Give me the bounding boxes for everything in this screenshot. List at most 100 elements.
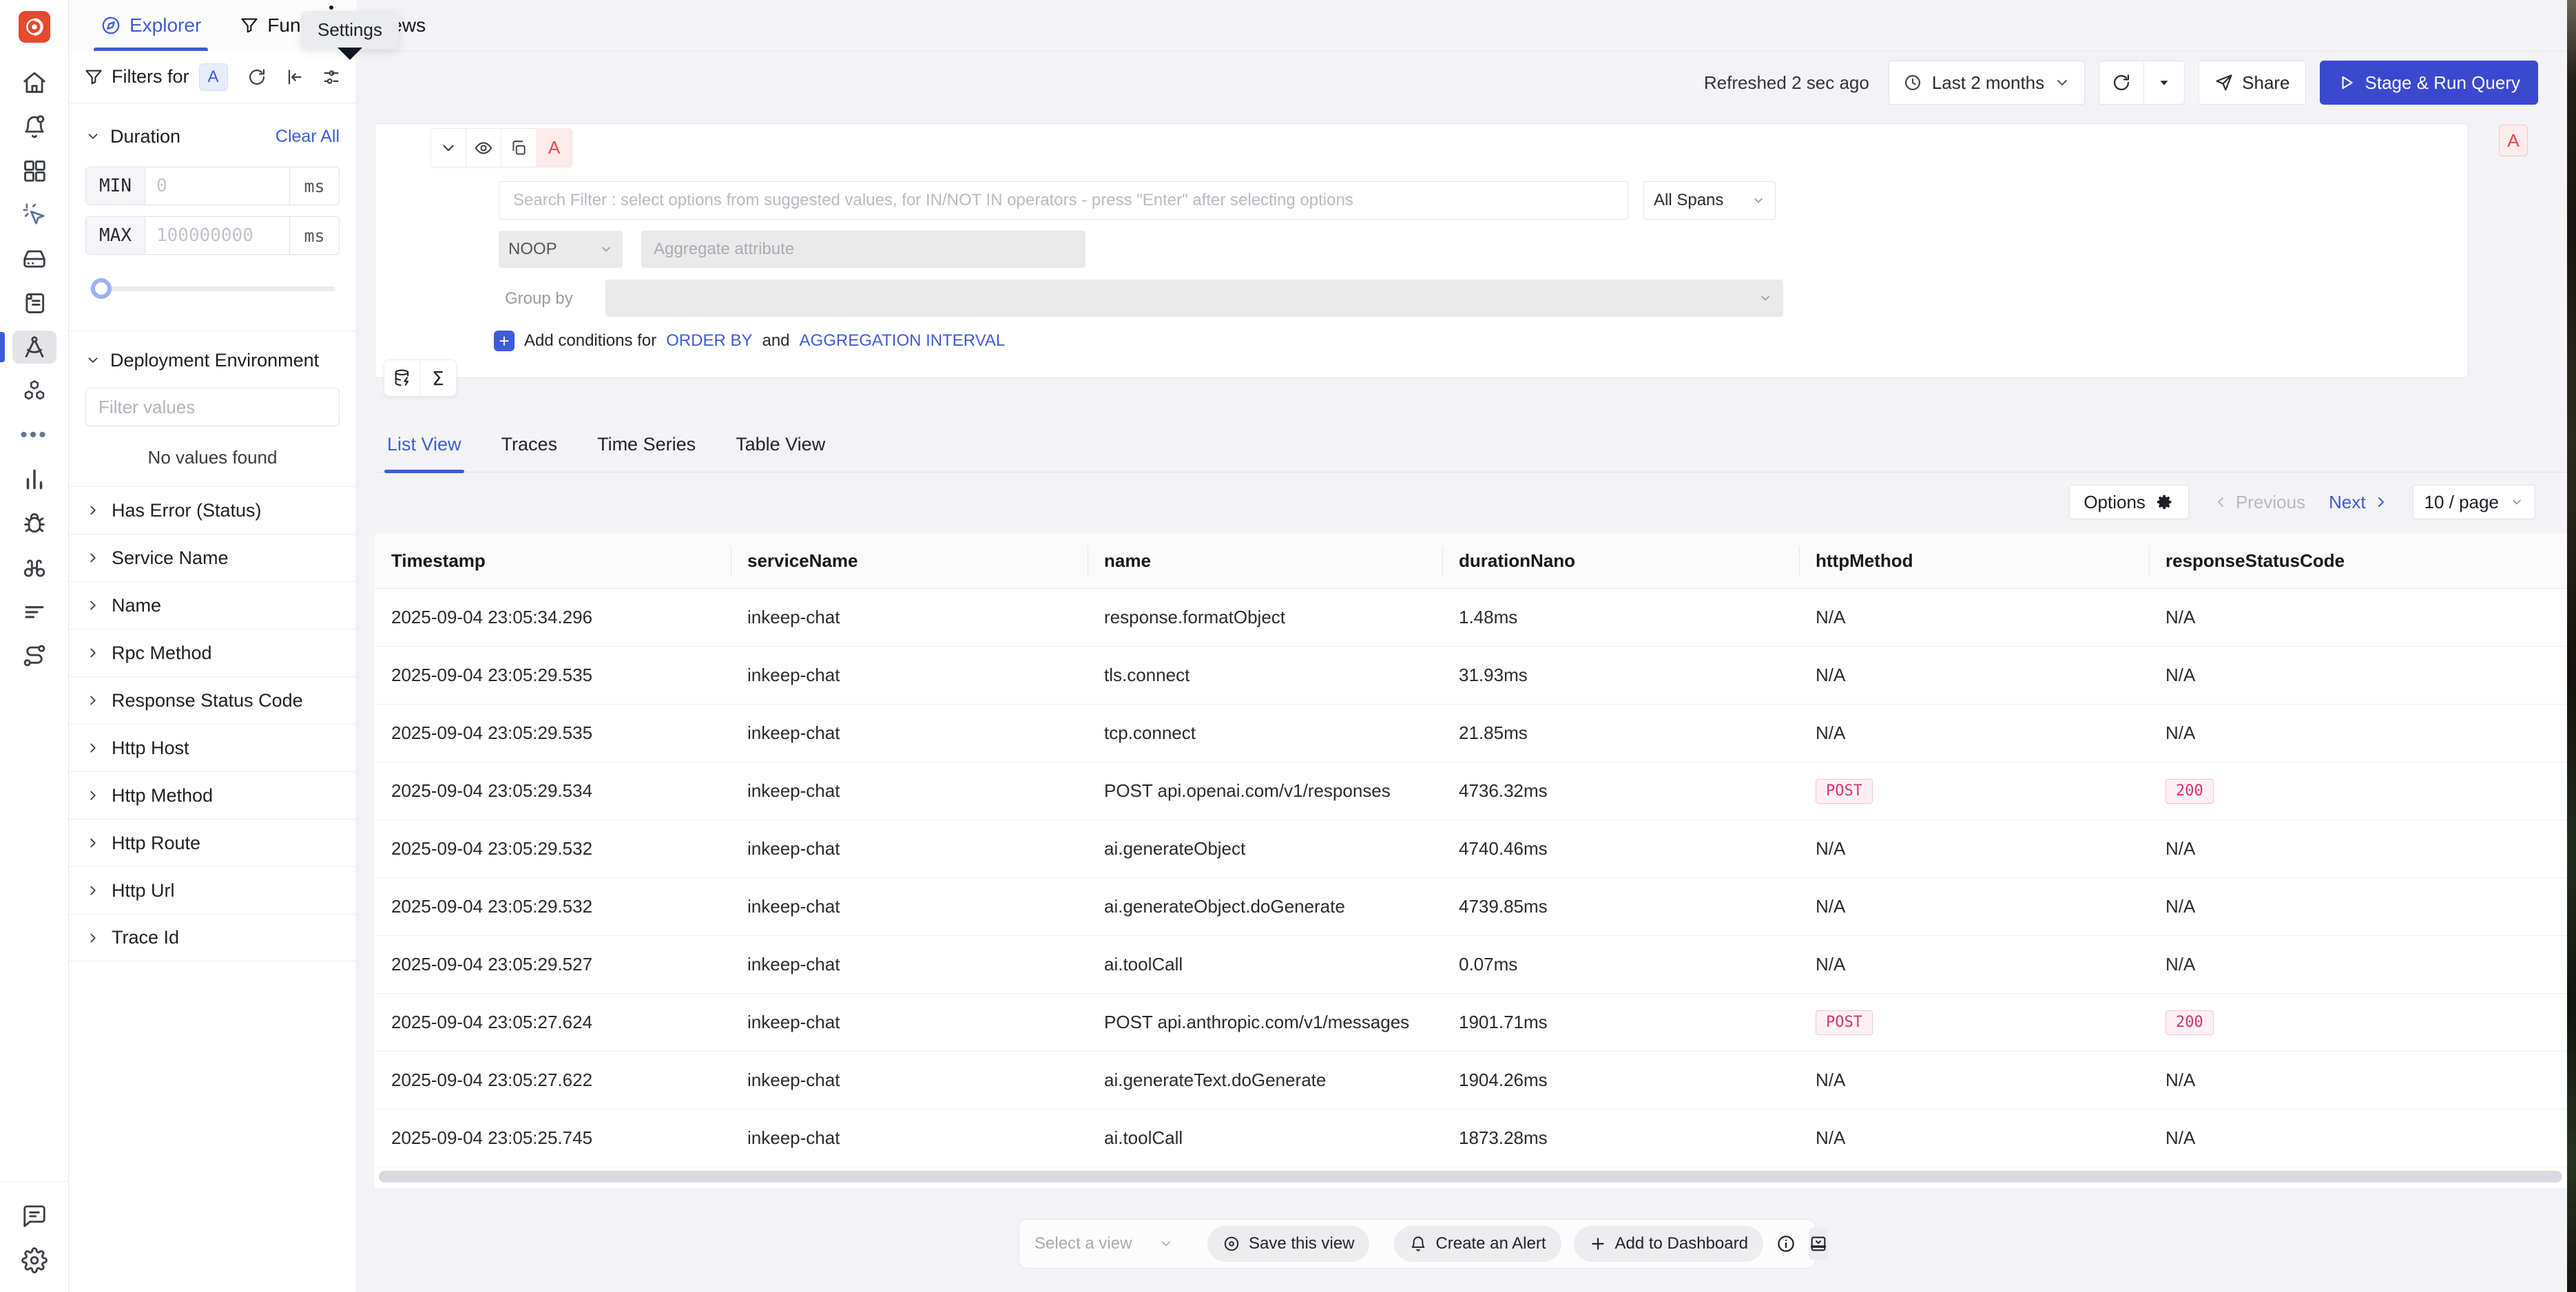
column-header[interactable]: responseStatusCode xyxy=(2149,534,2567,588)
collapse-panel-icon[interactable] xyxy=(1809,1227,1828,1260)
clear-all-link[interactable]: Clear All xyxy=(276,127,340,147)
tab-explorer[interactable]: Explorer xyxy=(101,0,201,51)
result-view-tab[interactable]: Traces xyxy=(501,434,558,472)
cell-duration: 1873.28ms xyxy=(1442,1109,1799,1167)
table-row[interactable]: 2025-09-04 23:05:29.532 inkeep-chat ai.g… xyxy=(375,820,2567,878)
column-header[interactable]: serviceName xyxy=(731,534,1088,588)
result-view-tab[interactable]: List View xyxy=(387,434,461,472)
divider xyxy=(69,51,2567,52)
aggregate-operator-select[interactable]: NOOP xyxy=(499,231,623,268)
sync-refresh-icon[interactable] xyxy=(247,67,267,87)
create-alert-button[interactable]: Create an Alert xyxy=(1394,1226,1561,1262)
cell-service-name: inkeep-chat xyxy=(731,1052,1088,1109)
logs-scroll-icon[interactable] xyxy=(12,286,56,320)
metrics-bar-chart-icon[interactable] xyxy=(12,463,56,496)
duplicate-query-copy-icon[interactable] xyxy=(501,129,537,167)
infrastructure-drive-icon[interactable] xyxy=(12,242,56,275)
home-icon[interactable] xyxy=(12,66,56,99)
duration-max-row: MAX ms xyxy=(85,216,340,255)
chevron-down-icon[interactable] xyxy=(85,129,101,144)
collapse-query-chevron-icon[interactable] xyxy=(431,129,466,167)
query-channel-chip-right[interactable]: A xyxy=(2499,125,2528,156)
onboarding-cursor-icon[interactable] xyxy=(12,198,56,231)
filters-channel-chip[interactable]: A xyxy=(199,63,228,91)
billing-list-icon[interactable] xyxy=(12,595,56,628)
refresh-caret-icon[interactable] xyxy=(2143,61,2184,104)
filter-section-row[interactable]: Http Host xyxy=(69,724,356,771)
exceptions-bug-icon[interactable] xyxy=(12,507,56,540)
toggle-visibility-eye-icon[interactable] xyxy=(466,129,501,167)
traces-compass-icon[interactable] xyxy=(12,331,56,364)
share-button[interactable]: Share xyxy=(2199,61,2305,105)
dashboards-grid-icon[interactable] xyxy=(12,154,56,187)
table-row[interactable]: 2025-09-04 23:05:29.527 inkeep-chat ai.t… xyxy=(375,936,2567,994)
table-row[interactable]: 2025-09-04 23:05:25.745 inkeep-chat ai.t… xyxy=(375,1109,2567,1167)
span-scope-select[interactable]: All Spans xyxy=(1643,181,1776,220)
chevron-down-icon[interactable] xyxy=(85,353,101,368)
service-map-binoculars-icon[interactable] xyxy=(12,551,56,584)
filter-section-row[interactable]: Service Name xyxy=(69,534,356,581)
time-range-select[interactable]: Last 2 months xyxy=(1889,61,2085,105)
search-filter-input[interactable] xyxy=(499,181,1628,220)
duration-max-input[interactable] xyxy=(145,217,289,254)
table-row[interactable]: 2025-09-04 23:05:27.622 inkeep-chat ai.g… xyxy=(375,1052,2567,1109)
integrations-route-icon[interactable] xyxy=(12,639,56,672)
table-row[interactable]: 2025-09-04 23:05:29.534 inkeep-chat POST… xyxy=(375,762,2567,820)
column-header[interactable]: Timestamp xyxy=(375,534,731,588)
next-page-button[interactable]: Next xyxy=(2329,492,2389,513)
filter-section-row[interactable]: Trace Id xyxy=(69,914,356,961)
filter-section-label: Http Method xyxy=(112,785,213,806)
order-by-link[interactable]: ORDER BY xyxy=(666,331,752,351)
filter-settings-sliders-icon[interactable] xyxy=(322,67,341,87)
column-header[interactable]: httpMethod xyxy=(1799,534,2149,588)
filter-section-row[interactable]: Http Method xyxy=(69,771,356,819)
result-view-tab[interactable]: Time Series xyxy=(597,434,696,472)
table-row[interactable]: 2025-09-04 23:05:34.296 inkeep-chat resp… xyxy=(375,589,2567,647)
table-row[interactable]: 2025-09-04 23:05:29.532 inkeep-chat ai.g… xyxy=(375,878,2567,936)
duration-filter-section: Duration Clear All MIN ms MAX ms xyxy=(69,103,356,311)
previous-page-button[interactable]: Previous xyxy=(2212,492,2305,513)
refresh-icon[interactable] xyxy=(2099,61,2143,104)
add-condition-plus-icon[interactable]: + xyxy=(494,331,515,351)
page-size-select[interactable]: 10 / page xyxy=(2413,485,2535,519)
duration-range-slider[interactable] xyxy=(90,278,335,299)
more-ellipsis-icon[interactable]: ••• xyxy=(12,419,56,452)
table-row[interactable]: 2025-09-04 23:05:29.535 inkeep-chat tcp.… xyxy=(375,705,2567,762)
query-builder-db-zap-icon[interactable] xyxy=(384,360,420,396)
column-header[interactable]: durationNano xyxy=(1442,534,1799,588)
stage-run-query-button[interactable]: Stage & Run Query xyxy=(2320,61,2538,105)
horizontal-scrollbar[interactable] xyxy=(379,1171,2562,1182)
filter-section-row[interactable]: Name xyxy=(69,581,356,629)
collapse-panel-left-icon[interactable] xyxy=(284,67,304,87)
filter-section-row[interactable]: Rpc Method xyxy=(69,629,356,676)
cell-span-name: POST api.anthropic.com/v1/messages xyxy=(1088,994,1442,1051)
result-view-tab[interactable]: Table View xyxy=(736,434,825,472)
services-cubes-icon[interactable] xyxy=(12,375,56,408)
aggregation-interval-link[interactable]: AGGREGATION INTERVAL xyxy=(800,331,1006,351)
filter-section-row[interactable]: Response Status Code xyxy=(69,676,356,724)
query-channel-badge[interactable]: A xyxy=(537,129,572,167)
cell-http-method: N/A xyxy=(1799,820,2149,877)
settings-gear-icon[interactable] xyxy=(12,1244,56,1277)
aggregate-attribute-input[interactable] xyxy=(641,231,1086,268)
aggregation-sigma-icon[interactable]: Σ xyxy=(420,360,456,396)
feedback-chat-icon[interactable] xyxy=(12,1200,56,1233)
duration-min-input[interactable] xyxy=(145,167,289,205)
group-by-select[interactable] xyxy=(605,280,1783,317)
slider-handle[interactable] xyxy=(91,278,112,299)
cell-span-name: tls.connect xyxy=(1088,647,1442,704)
filter-section-row[interactable]: Http Route xyxy=(69,819,356,866)
options-button[interactable]: Options xyxy=(2069,485,2189,519)
alerts-bell-icon[interactable] xyxy=(12,110,56,143)
add-to-dashboard-button[interactable]: Add to Dashboard xyxy=(1574,1226,1763,1262)
select-view-dropdown[interactable]: Select a view xyxy=(1035,1234,1183,1253)
info-icon[interactable] xyxy=(1776,1233,1796,1254)
table-row[interactable]: 2025-09-04 23:05:27.624 inkeep-chat POST… xyxy=(375,994,2567,1052)
column-header[interactable]: name xyxy=(1088,534,1442,588)
filter-section-row[interactable]: Has Error (Status) xyxy=(69,486,356,534)
save-view-button[interactable]: Save this view xyxy=(1207,1226,1369,1262)
filter-section-row[interactable]: Http Url xyxy=(69,866,356,914)
deployment-filter-input[interactable] xyxy=(85,388,340,426)
table-row[interactable]: 2025-09-04 23:05:29.535 inkeep-chat tls.… xyxy=(375,647,2567,705)
signoz-logo[interactable] xyxy=(19,11,50,43)
